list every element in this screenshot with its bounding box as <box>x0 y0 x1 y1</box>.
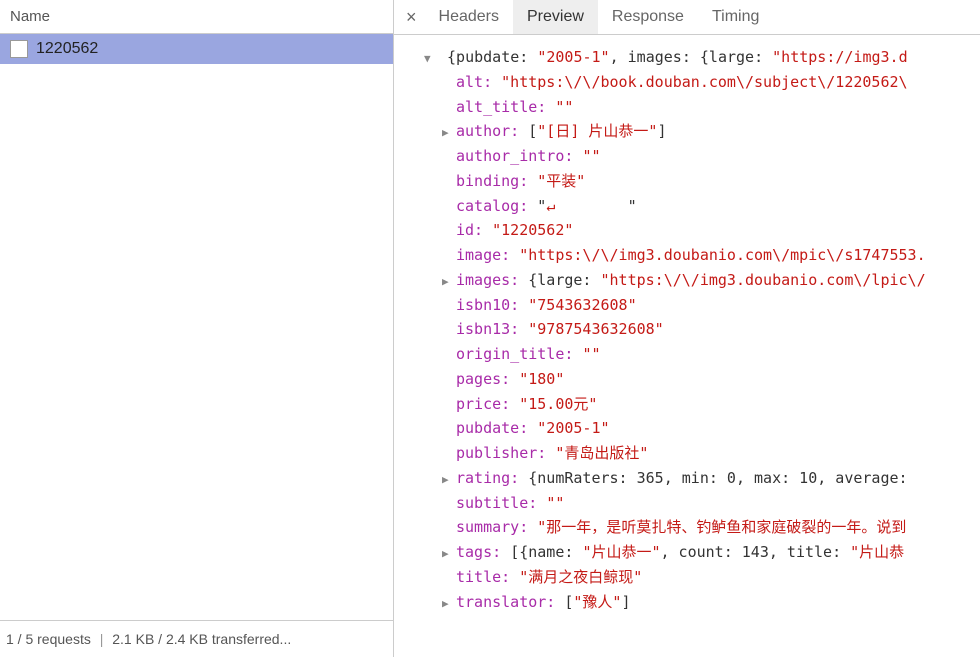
expand-arrow-right-icon[interactable]: ▶ <box>442 595 456 613</box>
request-row[interactable]: 1220562 <box>0 34 393 64</box>
json-root[interactable]: ▼ {pubdate: "2005-1", images: {large: "h… <box>394 45 980 70</box>
json-field-id[interactable]: id: "1220562" <box>394 218 980 243</box>
json-field-pages[interactable]: pages: "180" <box>394 367 980 392</box>
json-field-images[interactable]: ▶images: {large: "https:\/\/img3.doubani… <box>394 268 980 293</box>
expand-arrow-right-icon[interactable]: ▶ <box>442 471 456 489</box>
json-field-author-intro[interactable]: author_intro: "" <box>394 144 980 169</box>
expand-arrow-right-icon[interactable]: ▶ <box>442 273 456 291</box>
json-field-binding[interactable]: binding: "平装" <box>394 169 980 194</box>
request-list: 1220562 <box>0 34 393 620</box>
preview-body[interactable]: ▼ {pubdate: "2005-1", images: {large: "h… <box>394 35 980 657</box>
json-field-alt[interactable]: alt: "https:\/\/book.douban.com\/subject… <box>394 70 980 95</box>
json-field-isbn10[interactable]: isbn10: "7543632608" <box>394 293 980 318</box>
request-name: 1220562 <box>36 40 98 58</box>
tab-headers[interactable]: Headers <box>425 0 513 34</box>
json-field-origin-title[interactable]: origin_title: "" <box>394 342 980 367</box>
request-count: 1 / 5 requests <box>6 631 91 647</box>
json-field-publisher[interactable]: publisher: "青岛出版社" <box>394 441 980 466</box>
tab-preview[interactable]: Preview <box>513 0 598 34</box>
expand-arrow-right-icon[interactable]: ▶ <box>442 124 456 142</box>
separator: | <box>100 631 104 647</box>
json-field-isbn13[interactable]: isbn13: "9787543632608" <box>394 317 980 342</box>
json-field-alt-title[interactable]: alt_title: "" <box>394 95 980 120</box>
json-field-pubdate[interactable]: pubdate: "2005-1" <box>394 416 980 441</box>
json-field-catalog[interactable]: catalog: "↵ " <box>394 194 980 219</box>
tab-bar: × Headers Preview Response Timing <box>394 0 980 35</box>
details-panel: × Headers Preview Response Timing ▼ {pub… <box>394 0 980 657</box>
file-icon <box>10 40 28 58</box>
name-column-header[interactable]: Name <box>0 0 393 34</box>
json-field-tags[interactable]: ▶tags: [{name: "片山恭一", count: 143, title… <box>394 540 980 565</box>
json-field-subtitle[interactable]: subtitle: "" <box>394 491 980 516</box>
json-field-author[interactable]: ▶author: ["[日] 片山恭一"] <box>394 119 980 144</box>
transferred-size: 2.1 KB / 2.4 KB transferred... <box>112 631 291 647</box>
json-field-rating[interactable]: ▶rating: {numRaters: 365, min: 0, max: 1… <box>394 466 980 491</box>
status-bar: 1 / 5 requests | 2.1 KB / 2.4 KB transfe… <box>0 620 393 657</box>
request-list-panel: Name 1220562 1 / 5 requests | 2.1 KB / 2… <box>0 0 394 657</box>
json-field-title[interactable]: title: "满月之夜白鲸现" <box>394 565 980 590</box>
json-field-translator[interactable]: ▶translator: ["豫人"] <box>394 590 980 615</box>
expand-arrow-right-icon[interactable]: ▶ <box>442 545 456 563</box>
json-field-summary[interactable]: summary: "那一年，是听莫扎特、钓鲈鱼和家庭破裂的一年。说到 <box>394 515 980 540</box>
json-field-price[interactable]: price: "15.00元" <box>394 392 980 417</box>
close-icon[interactable]: × <box>398 3 425 32</box>
json-field-image[interactable]: image: "https:\/\/img3.doubanio.com\/mpi… <box>394 243 980 268</box>
tab-timing[interactable]: Timing <box>698 0 773 34</box>
tab-response[interactable]: Response <box>598 0 698 34</box>
expand-arrow-down-icon[interactable]: ▼ <box>424 50 438 68</box>
